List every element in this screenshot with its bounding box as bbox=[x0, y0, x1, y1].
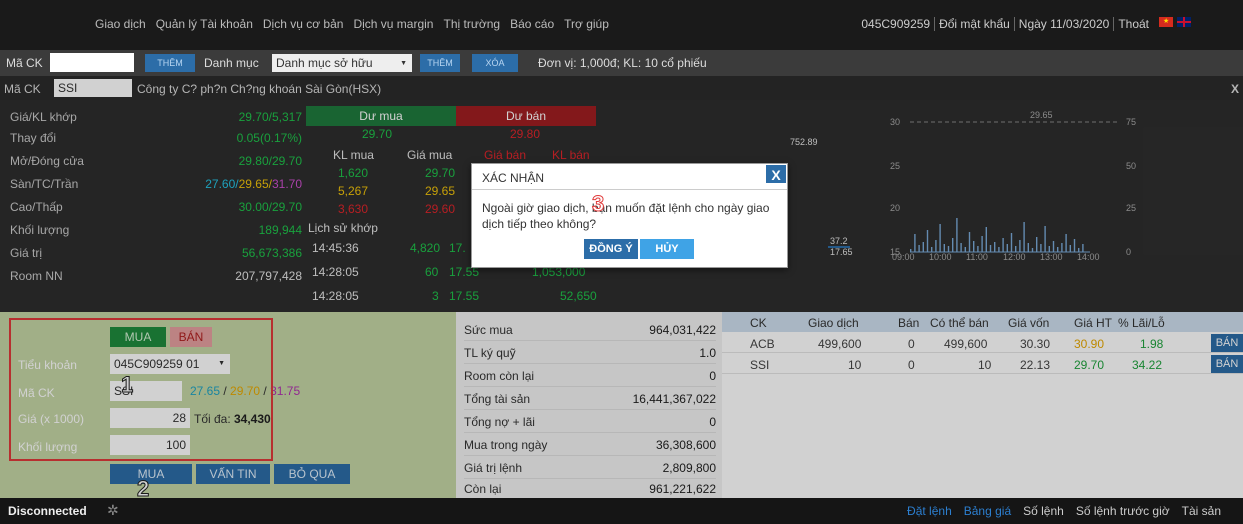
modal-overlay bbox=[0, 76, 1243, 498]
connection-status: Disconnected bbox=[8, 504, 87, 518]
dialog-message: Ngoài giờ giao dịch, bạn muốn đặt lệnh c… bbox=[482, 201, 770, 231]
menu-thi-truong[interactable]: Thị trường bbox=[438, 17, 505, 31]
menu-bao-cao[interactable]: Báo cáo bbox=[505, 17, 559, 31]
menu-quan-ly-tai-khoan[interactable]: Quản lý Tài khoản bbox=[151, 17, 258, 31]
status-links: Đặt lệnh Bảng giá Số lệnh Số lệnh trước … bbox=[907, 504, 1221, 518]
code-label: Mã CK bbox=[6, 56, 43, 70]
dialog-header: XÁC NHẬN X bbox=[472, 164, 787, 190]
gear-icon[interactable]: ✲ bbox=[107, 502, 119, 519]
confirm-dialog: XÁC NHẬN X Ngoài giờ giao dịch, bạn muốn… bbox=[471, 163, 788, 268]
list-label: Danh mục bbox=[204, 56, 259, 70]
date-label: Ngày 11/03/2020 bbox=[1015, 17, 1115, 31]
step-badge-3: 3 bbox=[591, 191, 605, 217]
status-bar: Disconnected ✲ Đặt lệnh Bảng giá Số lệnh… bbox=[0, 498, 1243, 524]
menu-dich-vu-co-ban[interactable]: Dịch vụ cơ bản bbox=[258, 17, 349, 31]
menu-giao-dich[interactable]: Giao dịch bbox=[90, 17, 151, 31]
unit-text: Đơn vị: 1,000đ; KL: 10 cổ phiếu bbox=[538, 56, 707, 70]
menu-tro-giup[interactable]: Trợ giúp bbox=[559, 17, 614, 31]
menu-dich-vu-margin[interactable]: Dịch vụ margin bbox=[348, 17, 438, 31]
link-so-lenh[interactable]: Số lệnh bbox=[1023, 504, 1064, 518]
link-so-lenh-truoc-gio[interactable]: Số lệnh trước giờ bbox=[1076, 504, 1170, 518]
uk-flag-icon[interactable] bbox=[1177, 17, 1191, 27]
dialog-close-button[interactable]: X bbox=[765, 164, 787, 184]
watchlist-toolbar: Mã CK THÊM Danh mục Danh mục sở hữu THÊM… bbox=[0, 50, 1243, 76]
logout-link[interactable]: Thoát bbox=[1114, 17, 1153, 31]
language-flags bbox=[1159, 17, 1191, 27]
add-code-button[interactable]: THÊM bbox=[145, 54, 195, 72]
main-menu: Giao dịch Quản lý Tài khoản Dịch vụ cơ b… bbox=[90, 17, 614, 31]
top-nav: Giao dịch Quản lý Tài khoản Dịch vụ cơ b… bbox=[0, 0, 1243, 50]
account-id: 045C909259 bbox=[857, 17, 936, 31]
change-password-link[interactable]: Đổi mật khẩu bbox=[935, 17, 1015, 31]
list-select[interactable]: Danh mục sở hữu bbox=[272, 54, 412, 73]
link-tai-san[interactable]: Tài sản bbox=[1182, 504, 1221, 518]
code-input[interactable] bbox=[50, 53, 134, 72]
add-list-button[interactable]: THÊM bbox=[420, 54, 460, 72]
link-bang-gia[interactable]: Bảng giá bbox=[964, 504, 1011, 518]
dialog-title: XÁC NHẬN bbox=[482, 171, 545, 185]
account-bar: 045C909259 Đổi mật khẩu Ngày 11/03/2020 … bbox=[857, 17, 1153, 31]
cancel-button[interactable]: HỦY bbox=[640, 239, 694, 259]
link-dat-lenh[interactable]: Đặt lệnh bbox=[907, 504, 952, 518]
confirm-button[interactable]: ĐỒNG Ý bbox=[584, 239, 638, 259]
delete-button[interactable]: XÓA bbox=[472, 54, 518, 72]
vn-flag-icon[interactable] bbox=[1159, 17, 1173, 27]
